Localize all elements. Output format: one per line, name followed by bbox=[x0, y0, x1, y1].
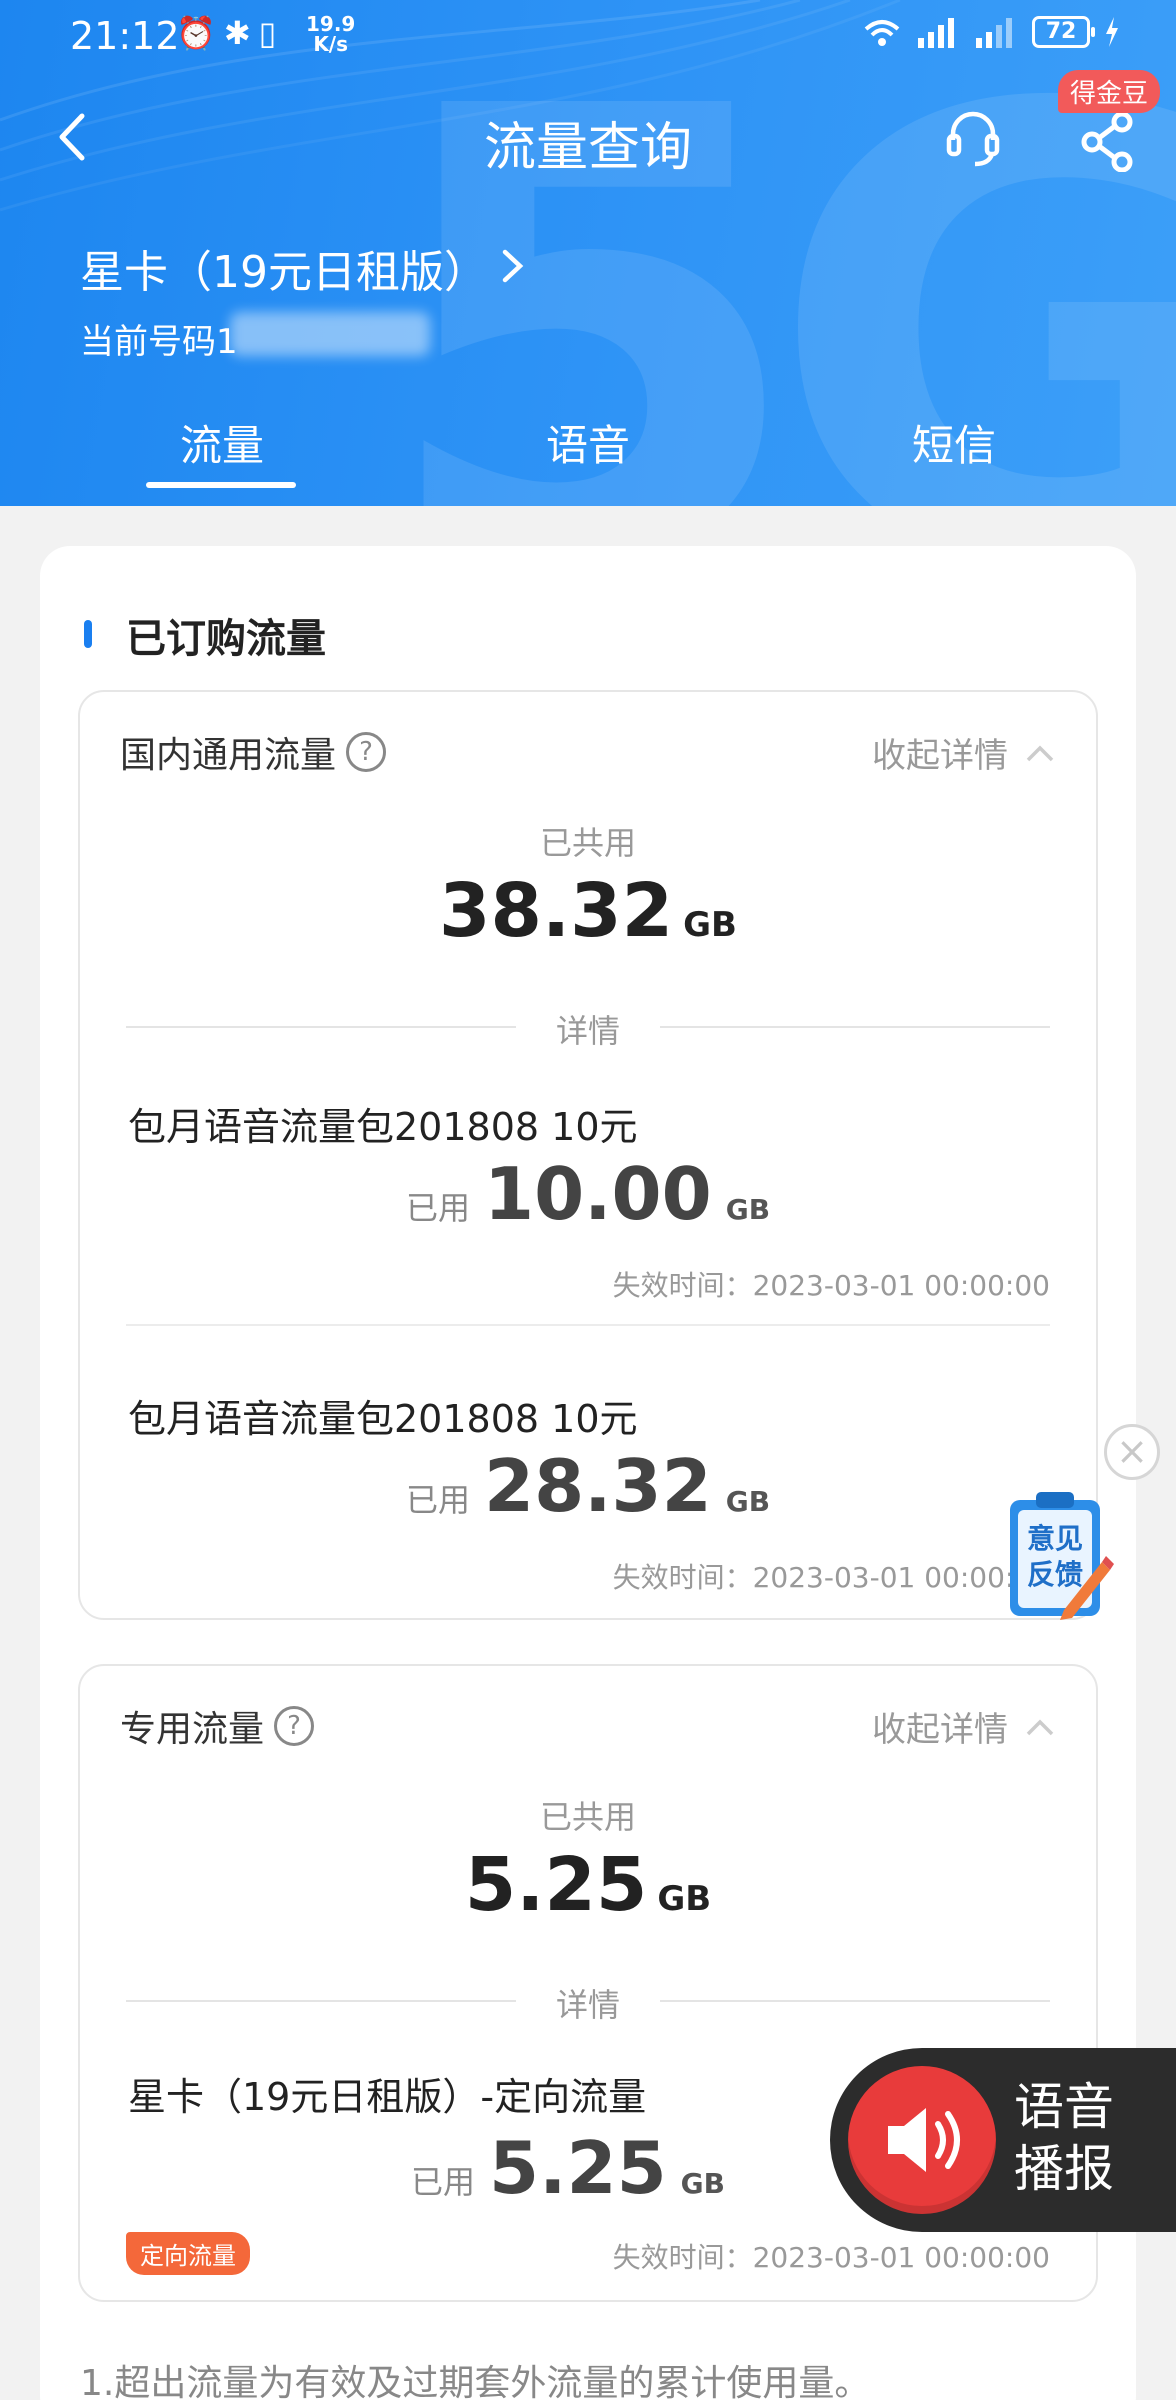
chevron-up-icon bbox=[1026, 745, 1054, 761]
dedicated-data-label: 专用流量 ? bbox=[120, 1700, 315, 1752]
wifi-icon bbox=[864, 20, 900, 46]
collapse-details-button[interactable]: 收起详情 bbox=[872, 728, 1056, 777]
shared-used-value: 38.32 GB bbox=[439, 868, 737, 954]
directed-data-tag: 定向流量 bbox=[126, 2232, 250, 2275]
expire-time: 失效时间：2023-03-01 00:00:00 bbox=[612, 1269, 1050, 1302]
chevron-right-icon[interactable] bbox=[500, 246, 526, 286]
feedback-label-1: 意见 bbox=[1027, 1522, 1083, 1555]
network-speed: 19.9 K/s bbox=[306, 12, 356, 56]
tab-data[interactable]: 流量 bbox=[92, 412, 352, 473]
package-name: 星卡（19元日租版）-定向流量 bbox=[128, 2075, 647, 2119]
item-separator bbox=[126, 1324, 1050, 1326]
package-used: 已用 28.32 GB bbox=[405, 1444, 771, 1528]
share-icon[interactable] bbox=[1078, 108, 1138, 172]
shared-used-label: 已共用 bbox=[539, 824, 636, 862]
help-icon[interactable]: ? bbox=[274, 1706, 315, 1746]
domestic-data-box: 国内通用流量 ? 收起详情 已共用 38.32 GB 详情 包月语音流量包2018… bbox=[78, 690, 1098, 1620]
details-divider: 详情 bbox=[126, 1006, 1050, 1050]
expire-time: 失效时间：2023-03-01 00:00:00 bbox=[612, 2241, 1050, 2274]
voice-broadcast-label: 语音 播报 bbox=[1014, 2078, 1114, 2198]
tab-indicator bbox=[146, 482, 296, 488]
tab-sms[interactable]: 短信 bbox=[824, 412, 1084, 473]
domestic-data-label: 国内通用流量 ? bbox=[120, 726, 387, 778]
package-name: 包月语音流量包201808 10元 bbox=[128, 1397, 638, 1441]
voice-broadcast-button[interactable]: 语音 播报 bbox=[830, 2048, 1176, 2232]
details-divider: 详情 bbox=[126, 1980, 1050, 2024]
status-right: 72 bbox=[862, 16, 1120, 48]
status-bar: 21:12 ⏰✱▯ 19.9 K/s 72 bbox=[0, 0, 1176, 76]
expire-time: 失效时间：2023-03-01 00:00:00 bbox=[612, 1561, 1050, 1594]
header: 5G 21:12 ⏰✱▯ 19.9 K/s 72 流量查询 得金豆 星卡（19元… bbox=[0, 0, 1176, 506]
chevron-up-icon bbox=[1026, 1719, 1054, 1735]
section-title: 已订购流量 bbox=[126, 616, 326, 662]
shared-used-label: 已共用 bbox=[539, 1798, 636, 1836]
signal-icon-2 bbox=[976, 18, 1012, 48]
footnote: 1.超出流量为有效及过期套外流量的累计使用量。 bbox=[80, 2363, 871, 2400]
number-redacted bbox=[230, 312, 430, 356]
feedback-button[interactable]: 意见 反馈 bbox=[1006, 1490, 1114, 1622]
battery-icon: 72 bbox=[1032, 16, 1095, 48]
package-name: 包月语音流量包201808 10元 bbox=[128, 1105, 638, 1149]
shared-used-value: 5.25 GB bbox=[464, 1842, 712, 1928]
help-icon[interactable]: ? bbox=[346, 732, 387, 772]
tab-bar: 流量 语音 短信 bbox=[0, 412, 1176, 492]
feedback-label-2: 反馈 bbox=[1027, 1558, 1083, 1591]
speaker-icon bbox=[888, 2108, 960, 2172]
charging-icon bbox=[1106, 17, 1118, 47]
current-number-label: 当前号码1 bbox=[80, 322, 238, 362]
close-icon[interactable]: × bbox=[1104, 1424, 1160, 1480]
tab-voice[interactable]: 语音 bbox=[458, 412, 718, 473]
collapse-details-button[interactable]: 收起详情 bbox=[872, 1702, 1056, 1751]
status-icons: ⏰✱▯ bbox=[176, 14, 285, 52]
gold-bean-badge[interactable]: 得金豆 bbox=[1058, 70, 1161, 113]
signal-icon bbox=[918, 18, 954, 48]
plan-name[interactable]: 星卡（19元日租版） bbox=[80, 236, 488, 300]
speaker-circle bbox=[848, 2066, 996, 2214]
customer-service-icon[interactable] bbox=[945, 108, 1001, 168]
package-used: 已用 10.00 GB bbox=[405, 1152, 771, 1236]
status-time: 21:12 bbox=[70, 14, 180, 58]
